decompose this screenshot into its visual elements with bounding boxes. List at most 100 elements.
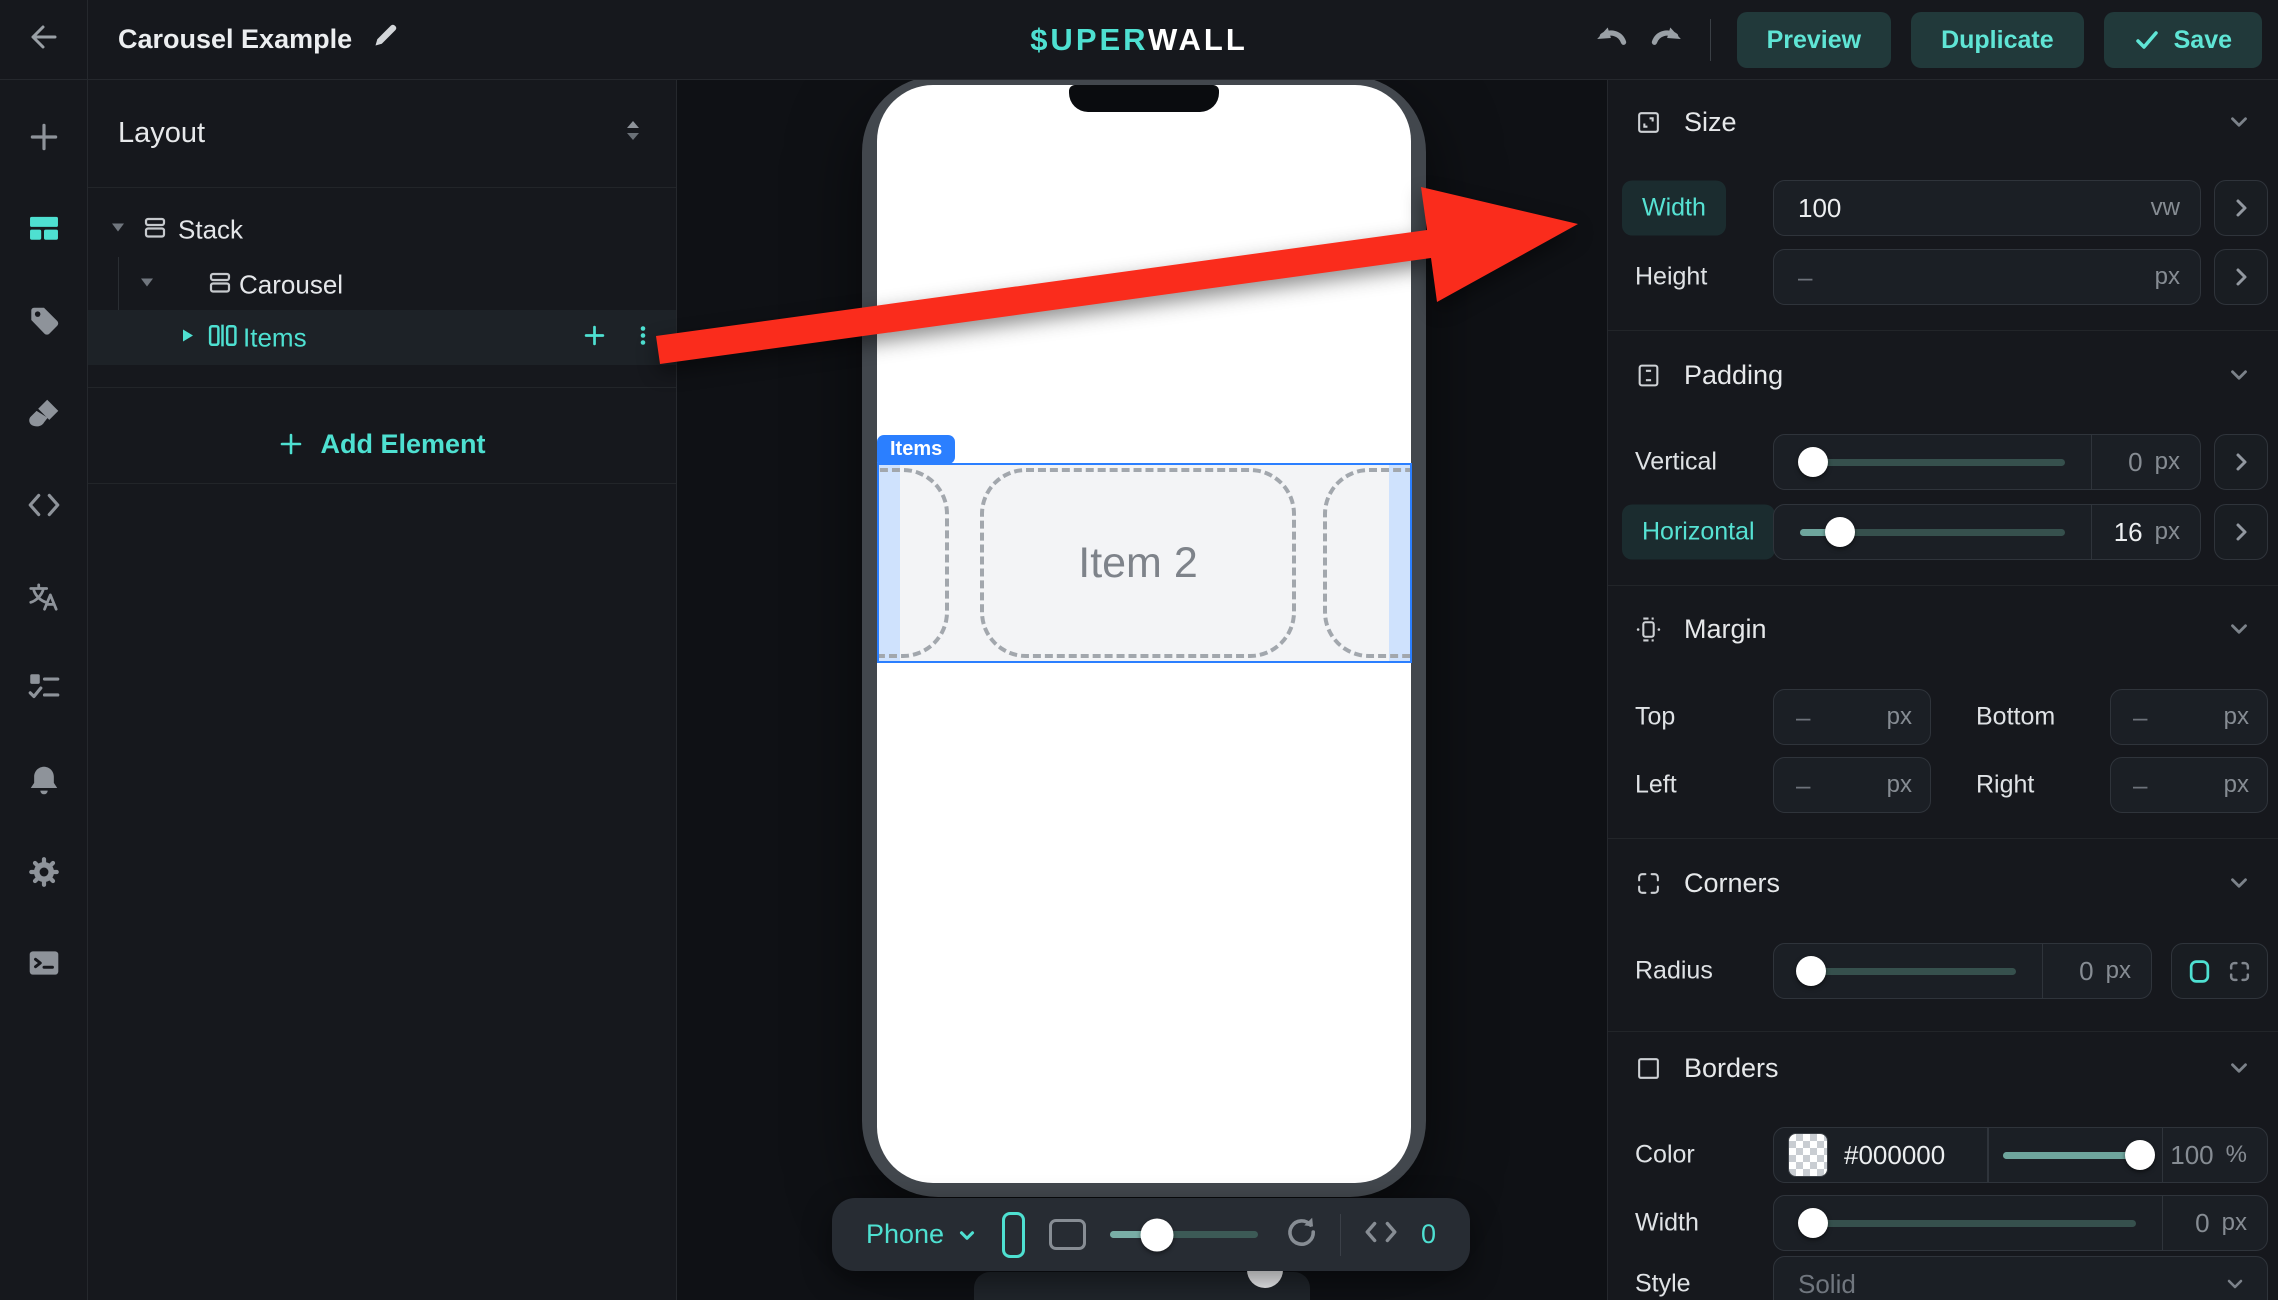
border-opacity-value-area[interactable]: 100 %: [2163, 1128, 2267, 1182]
border-width-value[interactable]: 0: [2195, 1208, 2209, 1239]
radius-value[interactable]: 0: [2079, 956, 2093, 987]
tree-row-stack[interactable]: Stack: [88, 202, 676, 257]
border-opacity-slider-thumb[interactable]: [2125, 1140, 2155, 1170]
margin-top-input[interactable]: – px: [1773, 689, 1931, 745]
add-element-button[interactable]: Add Element: [88, 405, 676, 483]
carousel-item-current-outline[interactable]: Item 2: [980, 468, 1296, 658]
width-row: Width 100 vw: [1608, 180, 2278, 236]
bell-icon[interactable]: [0, 750, 88, 810]
borders-section-header[interactable]: Borders: [1635, 1040, 2252, 1096]
width-value[interactable]: 100: [1798, 193, 1841, 224]
padding-icon: [1635, 362, 1662, 389]
margin-right-input[interactable]: – px: [2110, 757, 2268, 813]
padding-horizontal-label-chip[interactable]: Horizontal: [1622, 505, 1775, 560]
margin-bottom-value[interactable]: –: [2133, 702, 2147, 733]
corners-section-header[interactable]: Corners: [1635, 855, 2252, 911]
preview-button[interactable]: Preview: [1737, 12, 1892, 68]
duplicate-label: Duplicate: [1941, 26, 2054, 55]
translate-icon[interactable]: [0, 567, 88, 627]
tree-row-carousel[interactable]: Carousel: [88, 257, 676, 312]
radius-slider-thumb[interactable]: [1796, 956, 1826, 986]
border-color-label: Color: [1635, 1141, 1695, 1170]
refresh-icon[interactable]: [1282, 1214, 1318, 1255]
device-selector[interactable]: Phone: [866, 1219, 978, 1250]
code-view-icon[interactable]: [1363, 1214, 1399, 1255]
width-label-chip[interactable]: Width: [1622, 181, 1726, 236]
tag-icon[interactable]: [0, 291, 88, 351]
portrait-orientation-icon[interactable]: [1002, 1212, 1025, 1258]
caret-down-icon[interactable]: [108, 217, 128, 242]
border-opacity-slider[interactable]: [2003, 1152, 2148, 1159]
selected-carousel-items-element[interactable]: Item 2: [877, 463, 1412, 663]
gear-icon[interactable]: [0, 842, 88, 902]
width-expand-button[interactable]: [2214, 180, 2268, 236]
zoom-slider-thumb[interactable]: [1141, 1218, 1174, 1251]
landscape-orientation-icon[interactable]: [1049, 1219, 1086, 1250]
caret-right-icon[interactable]: [177, 325, 197, 350]
margin-left-input[interactable]: – px: [1773, 757, 1931, 813]
chevron-down-icon[interactable]: [2226, 616, 2252, 642]
toolbar-right-group: 0: [1282, 1214, 1436, 1256]
chevron-down-icon[interactable]: [2226, 1055, 2252, 1081]
padding-vertical-slider-thumb[interactable]: [1798, 447, 1828, 477]
padding-horizontal-slider-thumb[interactable]: [1825, 517, 1855, 547]
margin-right-value[interactable]: –: [2133, 770, 2147, 801]
sort-icon[interactable]: [620, 117, 646, 150]
radius-slider[interactable]: [1800, 968, 2016, 975]
color-swatch[interactable]: [1788, 1133, 1828, 1177]
uniform-corners-icon[interactable]: [2187, 959, 2212, 984]
add-icon[interactable]: [0, 107, 88, 167]
checklist-icon[interactable]: [0, 657, 88, 717]
padding-vertical-value[interactable]: 0: [2128, 447, 2142, 478]
toolbar-divider: [1340, 1214, 1341, 1256]
border-opacity-value[interactable]: 100: [2170, 1140, 2213, 1171]
padding-horizontal-value[interactable]: 16: [2114, 517, 2143, 548]
add-child-icon[interactable]: [583, 324, 606, 352]
margin-top-value[interactable]: –: [1796, 702, 1810, 733]
radius-value-area[interactable]: 0 px: [2043, 944, 2151, 998]
height-unit[interactable]: px: [2155, 263, 2180, 291]
design-canvas[interactable]: Items Item 2 Phone: [677, 80, 1608, 1300]
padding-vertical-slider[interactable]: [1800, 459, 2065, 466]
margin-left-value[interactable]: –: [1796, 770, 1810, 801]
border-width-slider-thumb[interactable]: [1798, 1208, 1828, 1238]
padding-vertical-value-area[interactable]: 0 px: [2092, 435, 2200, 489]
zoom-slider[interactable]: [1110, 1231, 1258, 1238]
edit-title-pencil-icon[interactable]: [370, 21, 400, 58]
terminal-icon[interactable]: [0, 933, 88, 993]
tree-row-items-selected[interactable]: Items: [88, 310, 676, 365]
caret-down-icon[interactable]: [137, 272, 157, 297]
border-color-hex[interactable]: #000000: [1844, 1140, 1945, 1171]
duplicate-button[interactable]: Duplicate: [1911, 12, 2084, 68]
margin-bottom-input[interactable]: – px: [2110, 689, 2268, 745]
chevron-down-icon[interactable]: [2226, 109, 2252, 135]
code-icon[interactable]: [0, 475, 88, 535]
padding-section-header[interactable]: Padding: [1635, 347, 2252, 403]
padding-vertical-expand-button[interactable]: [2214, 434, 2268, 490]
height-expand-button[interactable]: [2214, 249, 2268, 305]
save-button[interactable]: Save: [2104, 12, 2262, 68]
width-input[interactable]: 100 vw: [1773, 180, 2201, 236]
height-value[interactable]: –: [1798, 262, 1812, 293]
padding-horizontal-unit: px: [2155, 518, 2180, 546]
size-section-header[interactable]: Size: [1635, 94, 2252, 150]
border-style-select[interactable]: Solid: [1773, 1256, 2268, 1300]
redo-icon[interactable]: [1646, 20, 1684, 61]
width-unit[interactable]: vw: [2151, 194, 2180, 222]
back-button[interactable]: [0, 0, 88, 80]
undo-icon[interactable]: [1594, 20, 1632, 61]
individual-corners-icon[interactable]: [2227, 959, 2252, 984]
border-width-value-area[interactable]: 0 px: [2163, 1196, 2267, 1250]
kebab-menu-icon[interactable]: [632, 324, 654, 352]
templates-icon[interactable]: [0, 198, 88, 258]
height-input[interactable]: – px: [1773, 249, 2201, 305]
chevron-down-icon[interactable]: [2226, 870, 2252, 896]
border-width-slider[interactable]: [1800, 1220, 2136, 1227]
padding-horizontal-slider[interactable]: [1800, 529, 2065, 536]
padding-horizontal-value-area[interactable]: 16 px: [2092, 505, 2200, 559]
padding-horizontal-expand-button[interactable]: [2214, 504, 2268, 560]
corner-mode-toggle[interactable]: [2171, 943, 2268, 999]
paintbrush-icon[interactable]: [0, 384, 88, 444]
margin-section-header[interactable]: Margin: [1635, 601, 2252, 657]
chevron-down-icon[interactable]: [2226, 362, 2252, 388]
